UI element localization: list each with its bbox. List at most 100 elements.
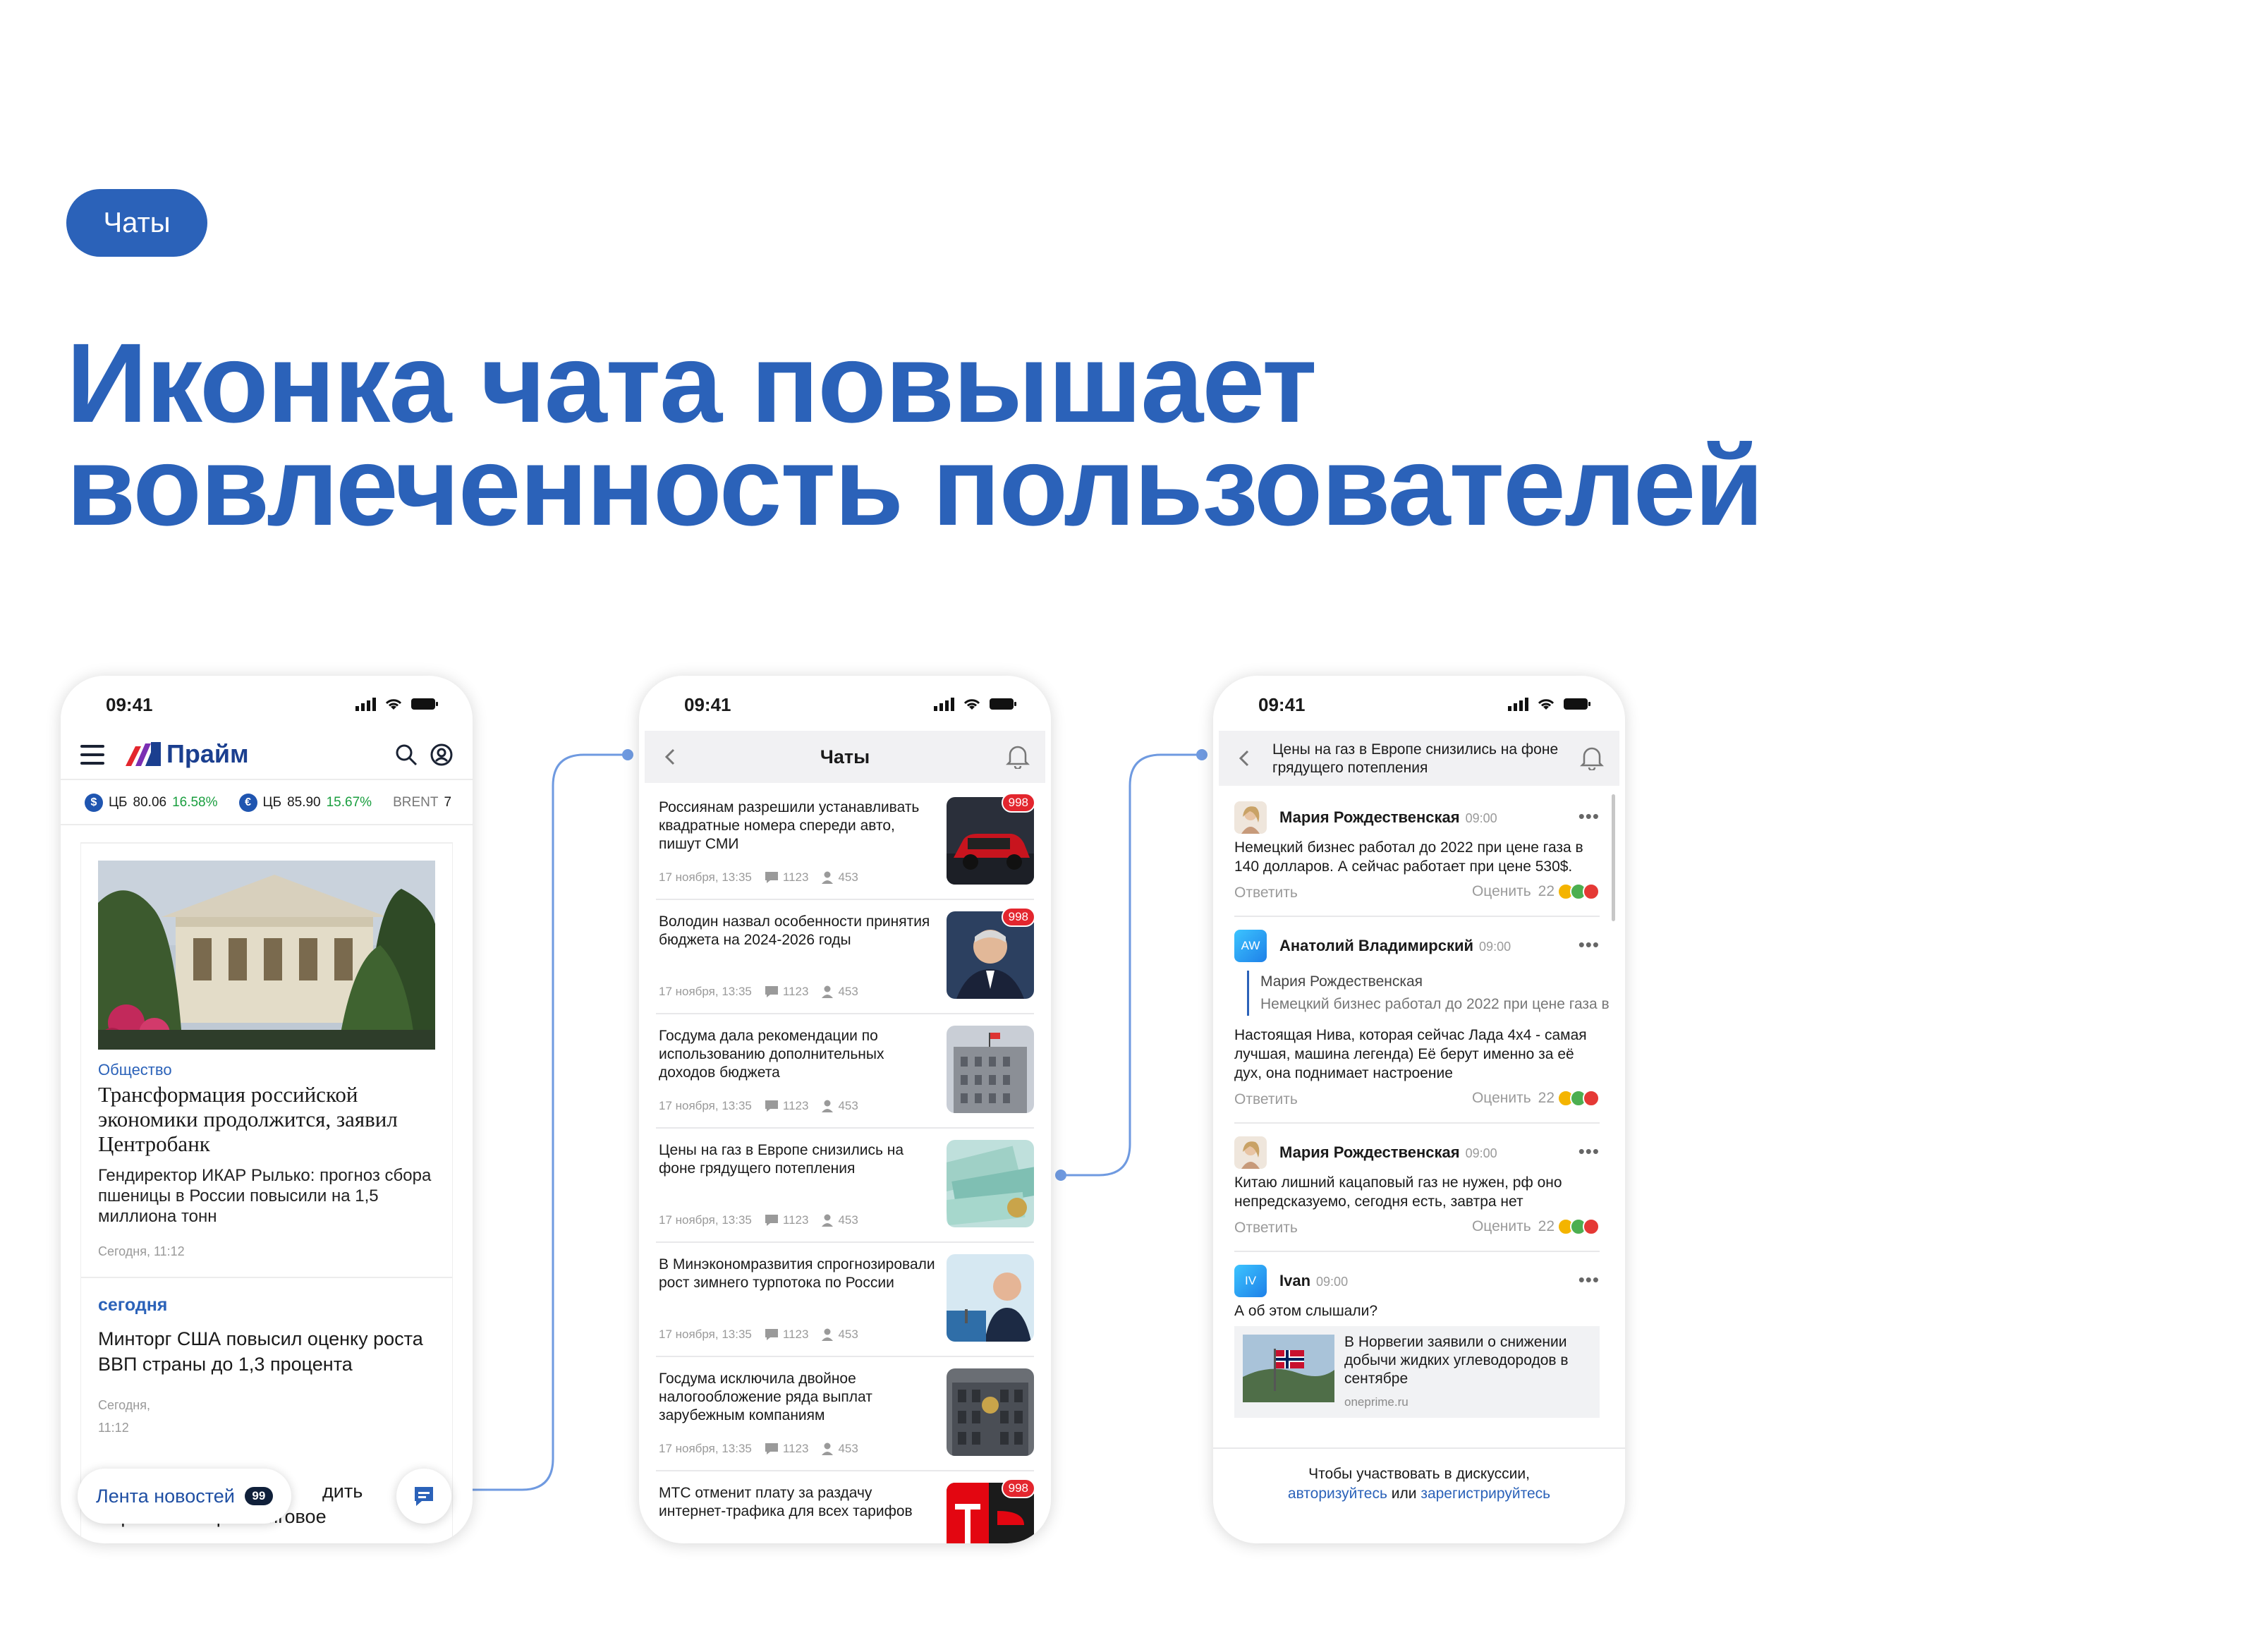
section-today-label: сегодня	[98, 1295, 168, 1315]
ticker-brent[interactable]: BRENT 7	[393, 795, 451, 810]
author-name[interactable]: Анатолий Владимирский 09:00	[1279, 937, 1511, 955]
prime-logo-mark-icon	[126, 742, 161, 766]
quoted-message[interactable]: Мария Рождественская Немецкий бизнес раб…	[1247, 971, 1613, 1016]
avatar[interactable]	[1234, 1136, 1267, 1169]
unread-badge: 998	[1001, 1478, 1035, 1498]
chat-list-item[interactable]: Госдума дала рекомендации по использован…	[656, 1014, 1034, 1129]
rate-label: Оценить	[1471, 1090, 1531, 1106]
reaction-icons	[1557, 1218, 1600, 1235]
reply-button[interactable]: Ответить	[1234, 1220, 1298, 1237]
divider	[81, 1277, 452, 1278]
battery-icon	[1564, 698, 1590, 710]
headline-line-1: Иконка чата повышает	[66, 320, 1317, 446]
reply-button[interactable]: Ответить	[1234, 1091, 1298, 1108]
chat-list-item[interactable]: В Минэкономразвития спрогнозировали рост…	[656, 1243, 1034, 1357]
chat-date: 17 ноября, 13:35	[659, 985, 752, 998]
logo-text: Прайм	[166, 739, 249, 768]
more-options-icon[interactable]: •••	[1578, 806, 1600, 827]
more-options-icon[interactable]: •••	[1578, 1269, 1600, 1291]
article-category[interactable]: Общество	[98, 1061, 172, 1079]
user-icon	[822, 871, 834, 884]
chat-list-item[interactable]: Госдума исключила двойное налогообложени…	[656, 1357, 1034, 1471]
message-time: 09:00	[1479, 940, 1511, 954]
signal-icon	[1508, 698, 1528, 711]
chat-list: Россиянам разрешили устанавливать квадра…	[645, 786, 1045, 1543]
reply-button[interactable]: Ответить	[1234, 885, 1298, 901]
connector-2-start-dot	[1055, 1170, 1066, 1181]
chat-list-item[interactable]: Россиянам разрешили устанавливать квадра…	[656, 786, 1035, 900]
ticker-label: ЦБ	[262, 795, 282, 810]
euro-icon: €	[238, 794, 257, 812]
link-preview-card[interactable]: В Норвегии заявили о снижении добычи жид…	[1234, 1326, 1600, 1418]
bell-icon[interactable]	[1006, 743, 1030, 769]
article-title[interactable]: Трансформация российской экономики продо…	[98, 1082, 437, 1156]
profile-icon[interactable]	[430, 743, 453, 766]
rate-label: Оценить	[1471, 883, 1531, 899]
thread-header: Цены на газ в Европе снизились на фоне г…	[1219, 731, 1619, 786]
author-name[interactable]: Ivan 09:00	[1279, 1272, 1348, 1290]
chat-message: IV Ivan 09:00 ••• А об этом слышали? В Но…	[1234, 1252, 1600, 1418]
ticker-eur[interactable]: € ЦБ 85.90 15.67%	[238, 794, 372, 812]
chat-title: Цены на газ в Европе снизились на фоне г…	[659, 1142, 904, 1177]
rate-control[interactable]: Оценить 22	[1472, 883, 1600, 900]
ticker-usd[interactable]: $ ЦБ 80.06 16.58%	[85, 794, 218, 812]
message-text: Китаю лишний кацаповый газ не нужен, рф …	[1234, 1174, 1562, 1210]
chat-date: 17 ноября, 13:35	[659, 870, 752, 884]
article-lead[interactable]: Гендиректор ИКАР Рылько: прогноз сбора п…	[98, 1165, 437, 1227]
chat-title: Госдума дала рекомендации по использован…	[659, 1028, 884, 1081]
currency-ticker[interactable]: $ ЦБ 80.06 16.58% € ЦБ 85.90 15.67% BREN…	[61, 782, 473, 825]
avatar[interactable]: IV	[1234, 1265, 1267, 1297]
news-title[interactable]: Минторг США повысил оценку роста ВВП стр…	[98, 1326, 437, 1377]
connector-2	[1061, 753, 1202, 1177]
news-card[interactable]: Общество Трансформация российской эконом…	[80, 842, 453, 1543]
user-icon	[822, 1328, 834, 1341]
message-thread[interactable]: Мария Рождественская 09:00 ••• Немецкий б…	[1219, 789, 1615, 1452]
login-link[interactable]: авторизуйтесь	[1288, 1486, 1387, 1502]
message-text: Немецкий бизнес работал до 2022 при цене…	[1234, 839, 1583, 875]
back-chevron-icon[interactable]	[1234, 748, 1255, 769]
chat-list-item[interactable]: Володин назвал особенности принятия бюдж…	[656, 900, 1035, 1014]
ticker-change: 16.58%	[172, 795, 218, 810]
news-feed-label: Лента новостей	[96, 1485, 235, 1507]
menu-icon[interactable]	[80, 745, 104, 765]
comment-icon	[765, 1100, 778, 1112]
ticker-brent-label: BRENT	[393, 795, 439, 810]
avatar[interactable]	[1234, 801, 1267, 834]
thread-scrollbar[interactable]	[1612, 794, 1615, 921]
rate-control[interactable]: Оценить 22	[1472, 1218, 1600, 1235]
more-options-icon[interactable]: •••	[1578, 1141, 1600, 1162]
comment-count: 1123	[782, 870, 809, 884]
quote-text: Немецкий бизнес работал до 2022 при цене…	[1260, 996, 1613, 1012]
user-count: 453	[838, 1328, 858, 1341]
chat-meta: 17 ноября, 13:35 1123 453	[659, 1099, 858, 1113]
chat-list-item[interactable]: МТС отменит плату за раздачу интернет-тр…	[656, 1471, 1035, 1543]
article-photo	[98, 861, 435, 1050]
avatar[interactable]: AW	[1234, 930, 1267, 962]
unread-badge: 998	[1001, 907, 1035, 927]
chat-thumbnail	[947, 1254, 1034, 1342]
bell-icon[interactable]	[1580, 745, 1604, 770]
author-name[interactable]: Мария Рождественская 09:00	[1279, 1143, 1497, 1162]
status-bar: 09:41	[639, 676, 1051, 731]
author-name[interactable]: Мария Рождественская 09:00	[1279, 808, 1497, 827]
prime-logo[interactable]: Прайм	[126, 739, 249, 769]
user-icon	[822, 985, 834, 998]
chat-date: 17 ноября, 13:35	[659, 1442, 752, 1455]
more-options-icon[interactable]: •••	[1578, 934, 1600, 956]
news-feed-count-badge: 99	[244, 1487, 273, 1505]
comment-icon	[765, 1329, 778, 1340]
quote-author: Мария Рождественская	[1260, 973, 1423, 990]
headline-line-2: вовлеченность пользователей	[66, 423, 1764, 549]
comment-count: 1123	[782, 1213, 809, 1227]
article-date: Сегодня, 11:12	[98, 1244, 185, 1258]
rate-control[interactable]: Оценить 22	[1472, 1090, 1600, 1107]
news-feed-button[interactable]: Лента новостей 99	[78, 1469, 291, 1524]
search-icon[interactable]	[395, 743, 418, 766]
chat-meta: 17 ноября, 13:35 1123 453	[659, 870, 858, 885]
chat-button[interactable]	[396, 1469, 451, 1524]
battery-icon	[990, 698, 1016, 710]
register-link[interactable]: зарегистрируйтесь	[1420, 1486, 1550, 1502]
signal-icon	[355, 698, 376, 711]
link-preview-title: В Норвегии заявили о снижении добычи жид…	[1344, 1334, 1569, 1387]
chat-list-item[interactable]: Цены на газ в Европе снизились на фоне г…	[656, 1129, 1034, 1243]
